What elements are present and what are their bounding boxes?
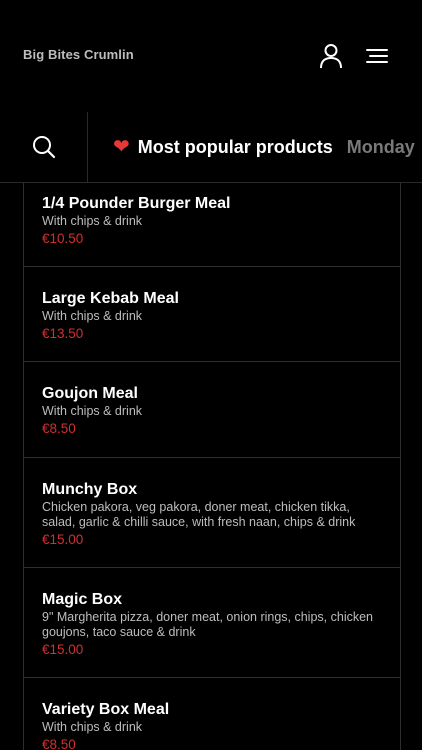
hamburger-menu-icon bbox=[366, 49, 388, 63]
product-price: €8.50 bbox=[42, 421, 76, 436]
app-screen: Big Bites Crumlin ❤ Most popular product… bbox=[0, 0, 422, 750]
account-button[interactable] bbox=[315, 40, 347, 72]
product-item[interactable]: Goujon Meal With chips & drink €8.50 bbox=[24, 362, 400, 458]
product-description: With chips & drink bbox=[42, 720, 143, 734]
product-item[interactable]: Munchy Box Chicken pakora, veg pakora, d… bbox=[24, 458, 400, 568]
product-price: €15.00 bbox=[42, 532, 84, 547]
product-description: With chips & drink bbox=[42, 404, 143, 418]
menu-button[interactable] bbox=[361, 40, 393, 72]
product-item[interactable]: Magic Box 9" Margherita pizza, doner mea… bbox=[24, 568, 400, 678]
product-name: 1/4 Pounder Burger Meal bbox=[42, 195, 231, 212]
tab-monday[interactable]: Monday bbox=[347, 137, 415, 158]
restaurant-name: Big Bites Crumlin bbox=[23, 47, 134, 62]
product-name: Magic Box bbox=[42, 591, 123, 608]
top-header: Big Bites Crumlin bbox=[0, 0, 422, 113]
product-description: With chips & drink bbox=[42, 309, 143, 323]
product-item[interactable]: Large Kebab Meal With chips & drink €13.… bbox=[24, 267, 400, 362]
heart-icon: ❤ bbox=[113, 136, 130, 158]
product-name: Goujon Meal bbox=[42, 385, 138, 402]
search-button[interactable] bbox=[0, 112, 88, 182]
product-price: €15.00 bbox=[42, 642, 84, 657]
product-description: With chips & drink bbox=[42, 214, 143, 228]
product-price: €8.50 bbox=[42, 737, 76, 750]
user-icon bbox=[320, 44, 342, 69]
product-item[interactable]: Variety Box Meal With chips & drink €8.5… bbox=[24, 678, 400, 750]
tab-label: Monday bbox=[346, 136, 415, 157]
product-list: 1/4 Pounder Burger Meal With chips & dri… bbox=[23, 183, 401, 750]
tab-label: Most popular products bbox=[137, 136, 333, 157]
tab-most-popular[interactable]: ❤ Most popular products bbox=[113, 137, 333, 158]
product-name: Munchy Box bbox=[42, 481, 138, 498]
product-description: Chicken pakora, veg pakora, doner meat, … bbox=[42, 500, 356, 529]
category-tabs: ❤ Most popular products Monday bbox=[113, 112, 422, 182]
product-name: Variety Box Meal bbox=[42, 701, 170, 718]
product-price: €10.50 bbox=[42, 231, 84, 246]
product-name: Large Kebab Meal bbox=[42, 290, 179, 307]
product-price: €13.50 bbox=[42, 326, 84, 341]
search-icon bbox=[32, 136, 55, 159]
product-description: 9" Margherita pizza, doner meat, onion r… bbox=[42, 610, 373, 639]
product-item[interactable]: 1/4 Pounder Burger Meal With chips & dri… bbox=[24, 183, 400, 267]
category-bar: ❤ Most popular products Monday bbox=[0, 112, 422, 183]
